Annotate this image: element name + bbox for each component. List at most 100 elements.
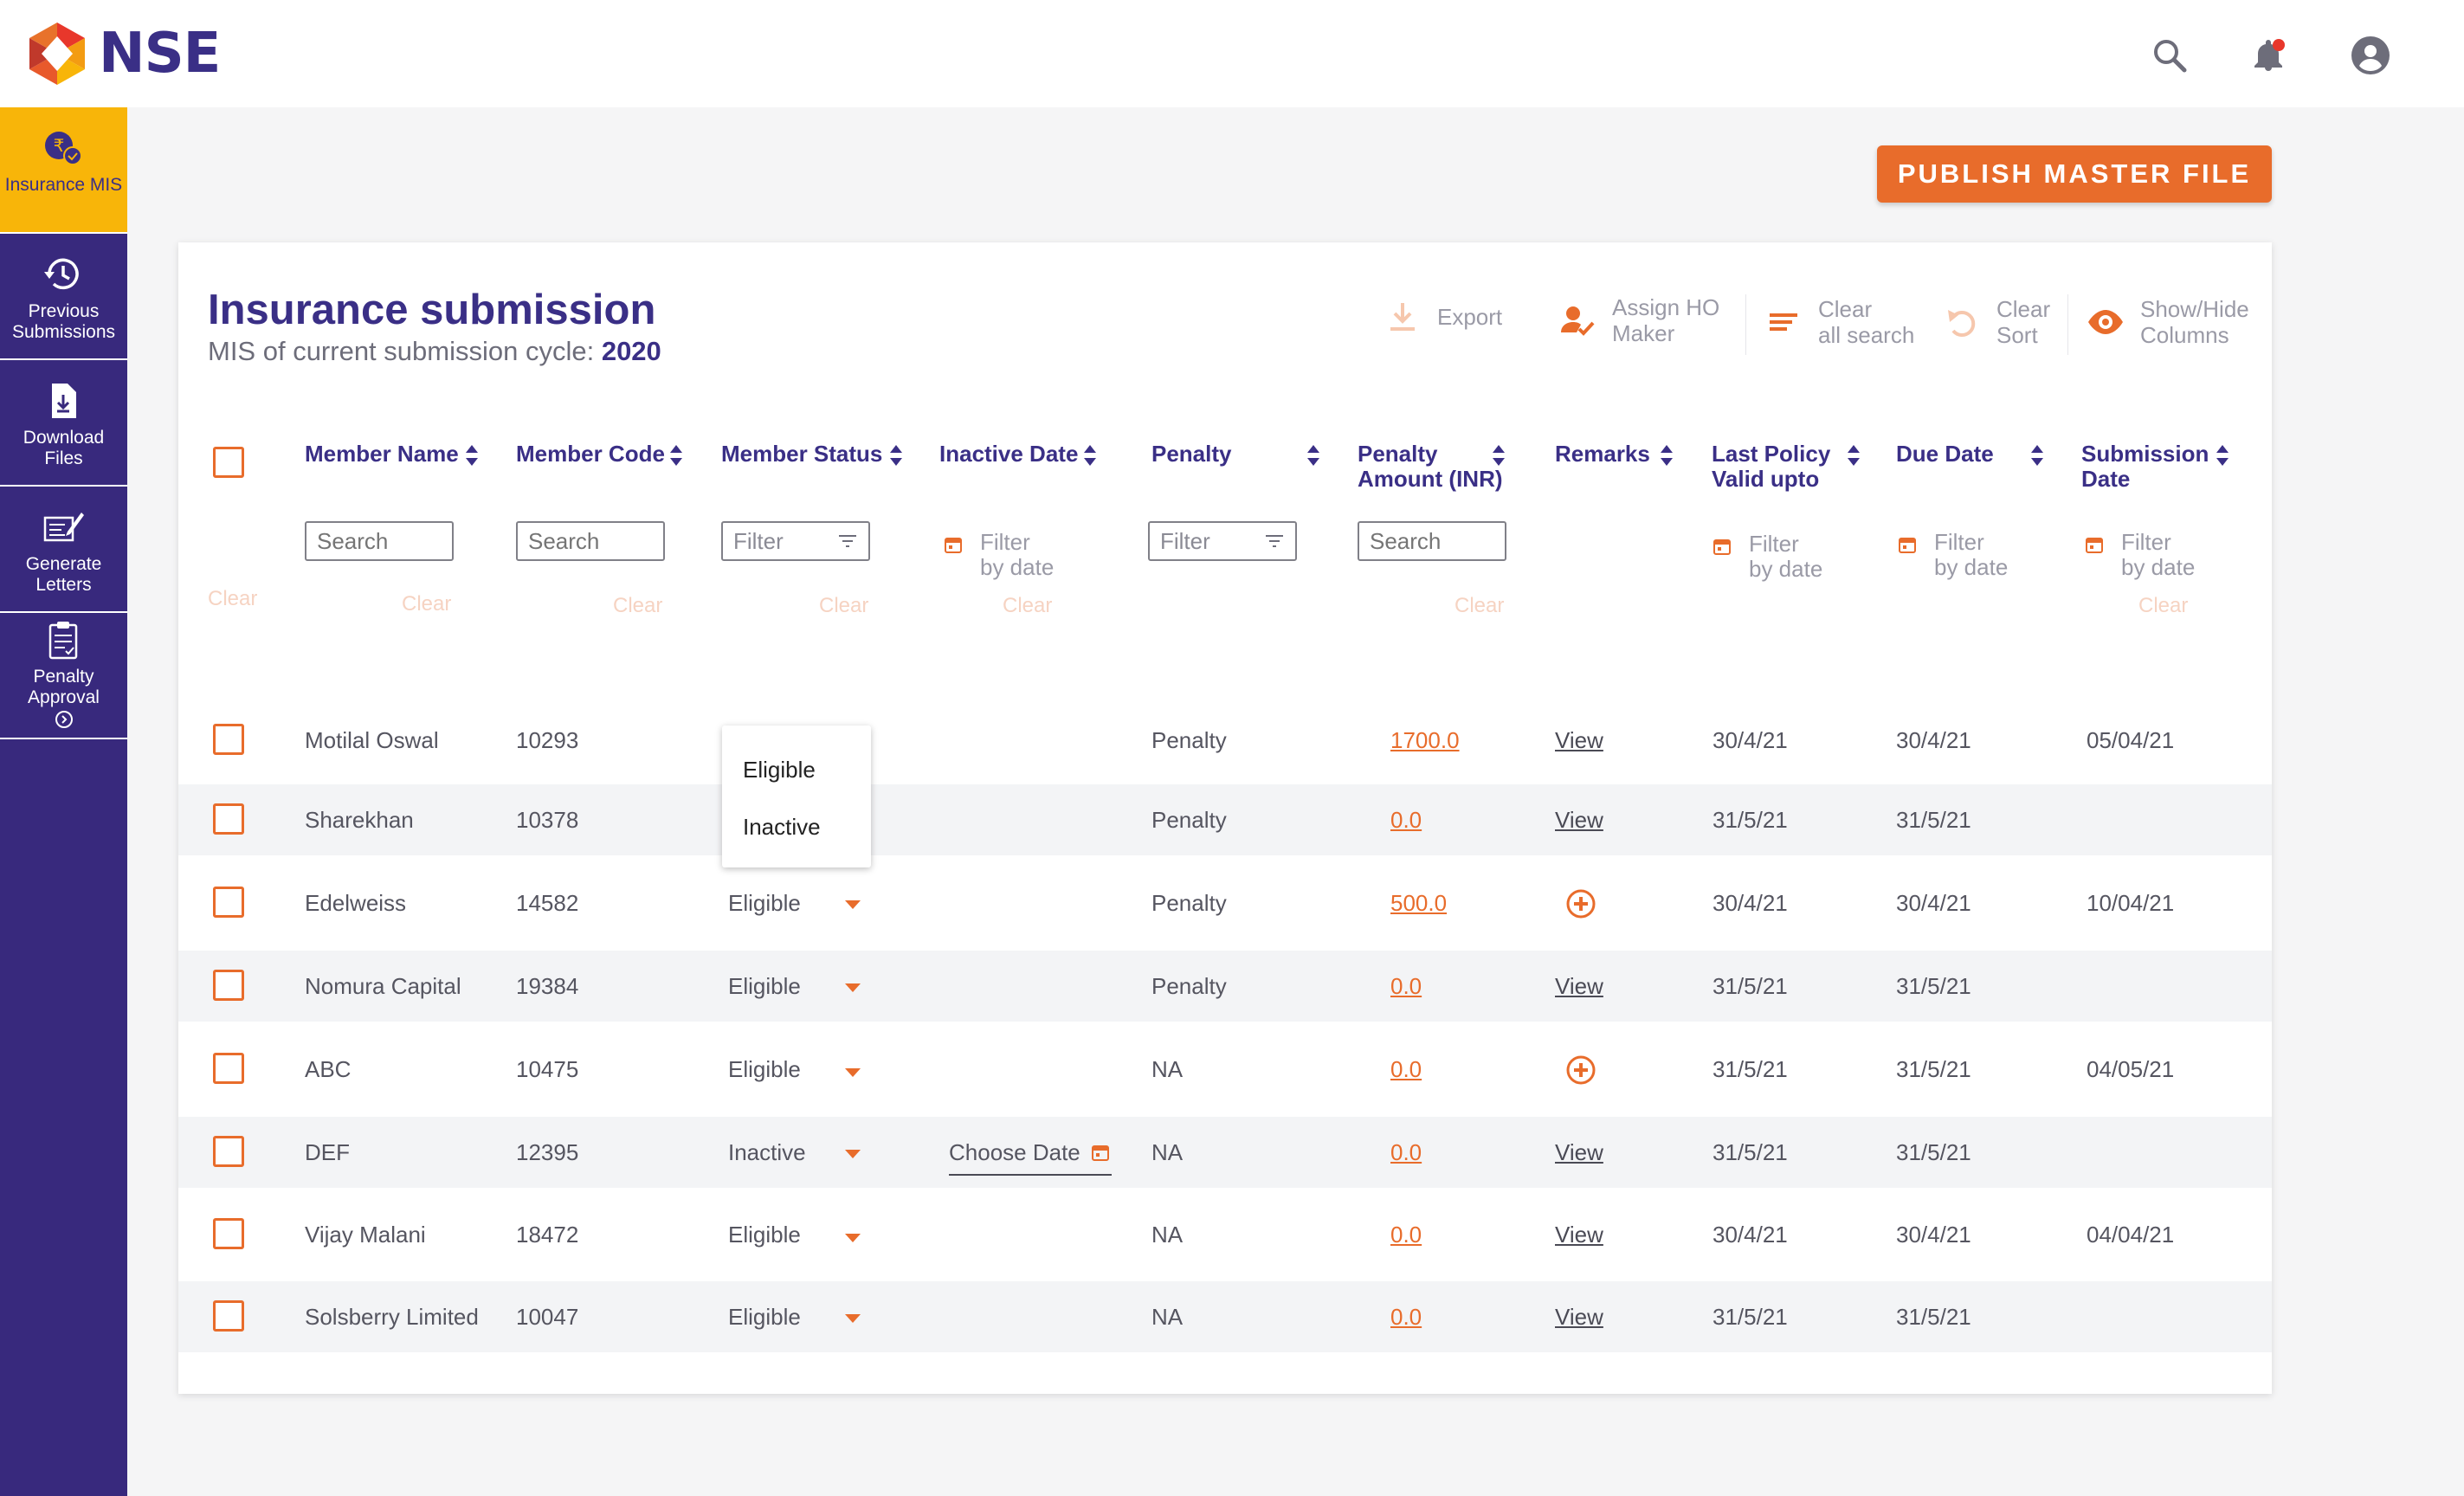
row-checkbox[interactable] [213, 1136, 244, 1167]
nse-logo[interactable]: NSE [24, 21, 221, 87]
row-checkbox[interactable] [213, 803, 244, 835]
clear-submission-date-link[interactable]: Clear [2138, 594, 2188, 618]
col-header-member-status[interactable]: Member Status [721, 442, 882, 467]
row-checkbox[interactable] [213, 970, 244, 1001]
remarks-view-link[interactable]: View [1555, 951, 1603, 1022]
sort-icon[interactable] [2215, 443, 2230, 468]
col-header-last-policy-line2: Valid upto [1712, 466, 1820, 492]
member-status-cell[interactable]: Eligible [728, 1281, 801, 1352]
member-status-cell[interactable]: Inactive [728, 1117, 806, 1188]
chevron-right-circle-icon[interactable] [55, 710, 74, 729]
col-header-penalty[interactable]: Penalty [1151, 442, 1232, 467]
member-status-cell[interactable]: Eligible [728, 951, 801, 1022]
sidebar: ₹ Insurance MIS Previous Submissions Dow… [0, 107, 127, 1496]
sort-icon[interactable] [2029, 443, 2045, 468]
export-button[interactable]: Export [1384, 298, 1502, 336]
penalty-amount-link[interactable]: 0.0 [1390, 1281, 1422, 1352]
remarks-view-link[interactable]: View [1555, 1199, 1603, 1270]
caret-down-icon[interactable] [843, 1312, 862, 1325]
penalty-amount-link[interactable]: 0.0 [1390, 1199, 1422, 1270]
nse-logo-icon [29, 23, 85, 85]
remarks-view-link[interactable]: View [1555, 784, 1603, 855]
sort-icon[interactable] [888, 443, 904, 468]
member-status-cell[interactable]: Eligible [728, 1034, 801, 1105]
penalty-amount-link[interactable]: 0.0 [1390, 784, 1422, 855]
sort-icon[interactable] [1491, 443, 1506, 468]
col-header-member-code[interactable]: Member Code [516, 442, 665, 467]
sort-icon[interactable] [1082, 443, 1098, 468]
choose-inactive-date-field[interactable]: Choose Date [949, 1132, 1112, 1176]
caret-down-icon[interactable] [843, 1067, 862, 1079]
member-status-cell[interactable]: Eligible [728, 1199, 801, 1270]
sort-icon[interactable] [1659, 443, 1674, 468]
remarks-view-link[interactable]: View [1555, 1117, 1603, 1188]
penalty-amount-search-input[interactable] [1358, 521, 1506, 561]
col-header-submission-date[interactable]: Submission Date [2081, 442, 2209, 492]
caret-down-icon[interactable] [843, 899, 862, 911]
col-header-penalty-amount[interactable]: Penalty Amount (INR) [1358, 442, 1503, 492]
clear-member-code-link[interactable]: Clear [613, 594, 662, 618]
caret-down-icon[interactable] [843, 982, 862, 994]
penalty-amount-link[interactable]: 0.0 [1390, 951, 1422, 1022]
due-date-filter[interactable]: Filter by date [1898, 530, 2008, 580]
show-hide-label: Show/Hide Columns [2140, 296, 2249, 348]
search-icon[interactable] [2149, 35, 2190, 76]
clear-all-search-button[interactable]: Clear all search [1764, 296, 1914, 348]
member-status-filter[interactable]: Filter [721, 521, 870, 561]
clear-member-status-link[interactable]: Clear [819, 594, 868, 618]
remarks-view-link[interactable]: View [1555, 705, 1603, 776]
member-name-search-input[interactable] [305, 521, 454, 561]
col-header-remarks[interactable]: Remarks [1555, 442, 1650, 467]
sidebar-item-penalty-approval[interactable]: Penalty Approval [0, 613, 127, 739]
penalty-filter[interactable]: Filter [1148, 521, 1297, 561]
sort-icon[interactable] [464, 443, 480, 468]
clear-sort-button[interactable]: Clear Sort [1943, 296, 2050, 348]
publish-master-file-button[interactable]: PUBLISH MASTER FILE [1877, 145, 2272, 203]
penalty-amount-link[interactable]: 0.0 [1390, 1117, 1422, 1188]
sidebar-item-previous-submissions[interactable]: Previous Submissions [0, 234, 127, 360]
svg-text:₹: ₹ [54, 135, 65, 156]
member-code-search-input[interactable] [516, 521, 665, 561]
clear-member-name-link[interactable]: Clear [402, 592, 451, 616]
status-option-inactive[interactable]: Inactive [743, 814, 821, 841]
clear-selection-link[interactable]: Clear [208, 587, 257, 611]
clear-penalty-amount-link[interactable]: Clear [1455, 594, 1504, 618]
assign-ho-maker-button[interactable]: Assign HO Maker [1558, 294, 1719, 346]
sort-icon[interactable] [1306, 443, 1321, 468]
subtitle-prefix: MIS of current submission cycle: [208, 336, 595, 366]
row-checkbox[interactable] [213, 1218, 244, 1249]
account-icon[interactable] [2350, 35, 2391, 76]
caret-down-icon[interactable] [843, 1232, 862, 1244]
sidebar-item-download-files[interactable]: Download Files [0, 360, 127, 487]
sidebar-item-generate-letters[interactable]: Generate Letters [0, 487, 127, 613]
show-hide-line2: Columns [2140, 322, 2229, 348]
last-policy-date-filter[interactable]: Filter by date [1713, 532, 1822, 582]
member-status-cell[interactable]: Eligible [728, 867, 801, 938]
status-option-eligible[interactable]: Eligible [743, 757, 816, 783]
add-remark-icon[interactable] [1565, 1054, 1596, 1086]
sort-icon[interactable] [1846, 443, 1861, 468]
row-checkbox[interactable] [213, 1300, 244, 1332]
caret-down-icon[interactable] [843, 1148, 862, 1160]
clear-inactive-date-link[interactable]: Clear [1003, 594, 1052, 618]
remarks-view-link[interactable]: View [1555, 1281, 1603, 1352]
bell-icon[interactable] [2248, 35, 2289, 76]
row-checkbox[interactable] [213, 724, 244, 755]
sort-icon[interactable] [668, 443, 684, 468]
show-hide-columns-button[interactable]: Show/Hide Columns [2087, 296, 2249, 348]
penalty-amount-link[interactable]: 500.0 [1390, 867, 1447, 938]
col-header-due-date[interactable]: Due Date [1896, 442, 1994, 467]
submission-date-filter[interactable]: Filter by date [2085, 530, 2195, 580]
add-remark-icon[interactable] [1565, 888, 1596, 919]
col-header-member-name[interactable]: Member Name [305, 442, 459, 467]
select-all-checkbox[interactable] [213, 447, 244, 478]
penalty-amount-link[interactable]: 1700.0 [1390, 705, 1460, 776]
sidebar-item-insurance-mis[interactable]: ₹ Insurance MIS [0, 107, 127, 234]
penalty-cell: NA [1151, 1222, 1184, 1248]
row-checkbox[interactable] [213, 1053, 244, 1084]
row-checkbox[interactable] [213, 887, 244, 918]
penalty-amount-link[interactable]: 0.0 [1390, 1034, 1422, 1105]
inactive-date-filter[interactable]: Filter by date [944, 530, 1054, 580]
col-header-inactive-date[interactable]: Inactive Date [939, 442, 1078, 467]
col-header-last-policy[interactable]: Last Policy Valid upto [1712, 442, 1830, 492]
